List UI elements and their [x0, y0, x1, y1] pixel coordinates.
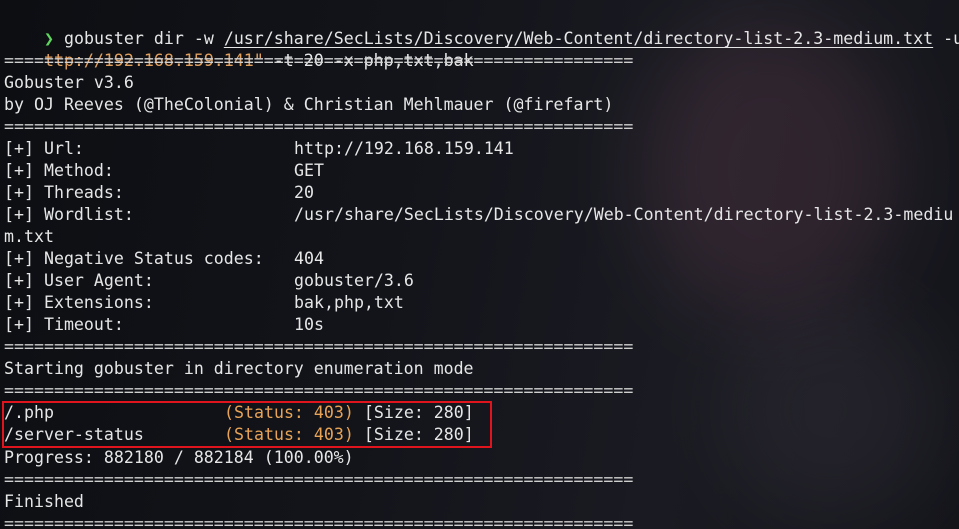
- command-line-wrap: ttp://192.168.159.141" -t 20 -x php,txt,…: [4, 28, 474, 70]
- background-glow: [720, 300, 940, 520]
- config-value: /usr/share/SecLists/Discovery/Web-Conten…: [294, 205, 954, 224]
- config-value: bak,php,txt: [294, 293, 404, 312]
- config-row-timeout: [+] Timeout: 10s: [4, 314, 324, 336]
- separator: ========================================…: [4, 117, 634, 136]
- config-value: 20: [294, 183, 314, 202]
- config-row-method: [+] Method: GET: [4, 160, 324, 182]
- finished-line: Finished: [4, 492, 84, 511]
- config-value: http://192.168.159.141: [294, 139, 514, 158]
- separator: ========================================…: [4, 381, 634, 400]
- config-label: [+] Method:: [4, 161, 114, 180]
- separator: ========================================…: [4, 51, 634, 70]
- separator: ========================================…: [4, 514, 634, 529]
- progress-line: Progress: 882180 / 882184 (100.00%): [4, 448, 354, 467]
- config-row-wordlist: [+] Wordlist: /usr/share/SecLists/Discove…: [4, 204, 953, 226]
- command-line: ❯ gobuster dir -w /usr/share/SecLists/Di…: [4, 6, 959, 48]
- config-label: [+] Negative Status codes:: [4, 249, 264, 268]
- config-value: 404: [294, 249, 324, 268]
- config-row-wordlist-wrap: m.txt: [4, 226, 54, 248]
- config-label: [+] Wordlist:: [4, 205, 134, 224]
- config-label: [+] Extensions:: [4, 293, 154, 312]
- config-row-extensions: [+] Extensions: bak,php,txt: [4, 292, 404, 314]
- banner-authors: by OJ Reeves (@TheColonial) & Christian …: [4, 95, 614, 114]
- start-message: Starting gobuster in directory enumerati…: [4, 359, 474, 378]
- background-glow: [640, 20, 900, 320]
- config-row-threads: [+] Threads: 20: [4, 182, 314, 204]
- highlight-box: [2, 401, 492, 448]
- config-value-wrap: m.txt: [4, 227, 54, 246]
- config-label: [+] User Agent:: [4, 271, 154, 290]
- separator: ========================================…: [4, 337, 634, 356]
- command-flag: -u: [943, 29, 959, 48]
- config-label: [+] Url:: [4, 139, 84, 158]
- banner-version: Gobuster v3.6: [4, 73, 134, 92]
- config-row-url: [+] Url: http://192.168.159.141: [4, 138, 514, 160]
- config-value: gobuster/3.6: [294, 271, 414, 290]
- config-row-negative-status: [+] Negative Status codes: 404: [4, 248, 324, 270]
- terminal-window[interactable]: ❯ gobuster dir -w /usr/share/SecLists/Di…: [0, 0, 959, 529]
- config-row-user-agent: [+] User Agent: gobuster/3.6: [4, 270, 414, 292]
- config-label: [+] Timeout:: [4, 315, 124, 334]
- config-value: GET: [294, 161, 324, 180]
- config-value: 10s: [294, 315, 324, 334]
- config-label: [+] Threads:: [4, 183, 124, 202]
- separator: ========================================…: [4, 470, 634, 489]
